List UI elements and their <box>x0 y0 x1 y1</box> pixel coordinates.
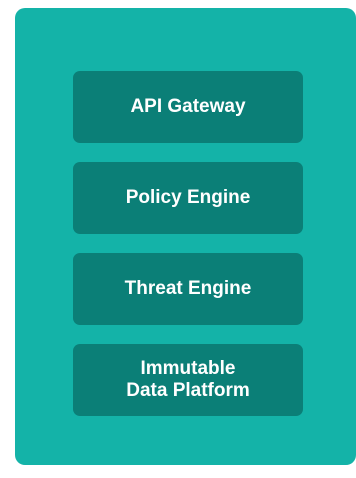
threat-engine-block: Threat Engine <box>73 253 303 325</box>
immutable-data-platform-block: Immutable Data Platform <box>73 344 303 416</box>
api-gateway-block: API Gateway <box>73 71 303 143</box>
component-stack: API Gateway Policy Engine Threat Engine … <box>73 71 303 435</box>
policy-engine-block: Policy Engine <box>73 162 303 234</box>
architecture-panel: API Gateway Policy Engine Threat Engine … <box>15 8 356 465</box>
